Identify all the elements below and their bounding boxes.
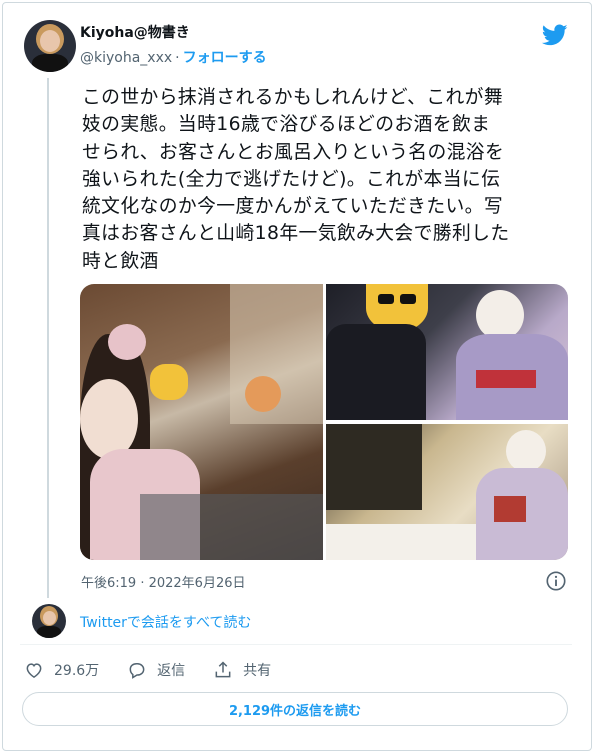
share-button[interactable]: 共有 [213,660,271,680]
author-handle[interactable]: @kiyoha_xxx [80,50,172,66]
twitter-bird-icon[interactable] [540,22,570,48]
action-bar: 29.6万 返信 共有 [24,660,299,680]
author-handle-row: @kiyoha_xxx · フォローする [80,47,267,67]
share-label: 共有 [243,663,272,679]
read-conversation-link[interactable]: Twitterで会話をすべて読む [80,612,251,632]
thread-avatar[interactable] [32,604,66,638]
like-count: 29.6万 [54,663,100,679]
heart-icon [26,663,42,678]
info-icon[interactable] [545,570,567,592]
reply-label: 返信 [157,663,186,679]
divider [20,644,572,645]
separator-dot: · [175,50,180,66]
thread-line [47,78,49,598]
read-replies-button[interactable]: 2,129件の返信を読む [22,692,568,726]
author-avatar[interactable] [24,20,76,72]
media-grid [80,284,568,560]
tweet-text: この世から抹消されるかもしれんけど、これが舞 妓の実態。当時16歳で浴びるほどの… [82,87,510,272]
reply-bubble-icon [129,663,145,679]
share-icon [215,661,231,678]
tweet-timestamp[interactable]: 午後6:19 · 2022年6月26日 [81,572,246,591]
reply-button[interactable]: 返信 [127,660,185,680]
follow-button[interactable]: フォローする [183,50,267,66]
author-name[interactable]: Kiyoha@物書き [80,22,190,42]
photo-2[interactable] [326,284,568,420]
photo-3[interactable] [326,424,568,560]
like-button[interactable]: 29.6万 [24,660,99,680]
photo-1[interactable] [80,284,323,560]
